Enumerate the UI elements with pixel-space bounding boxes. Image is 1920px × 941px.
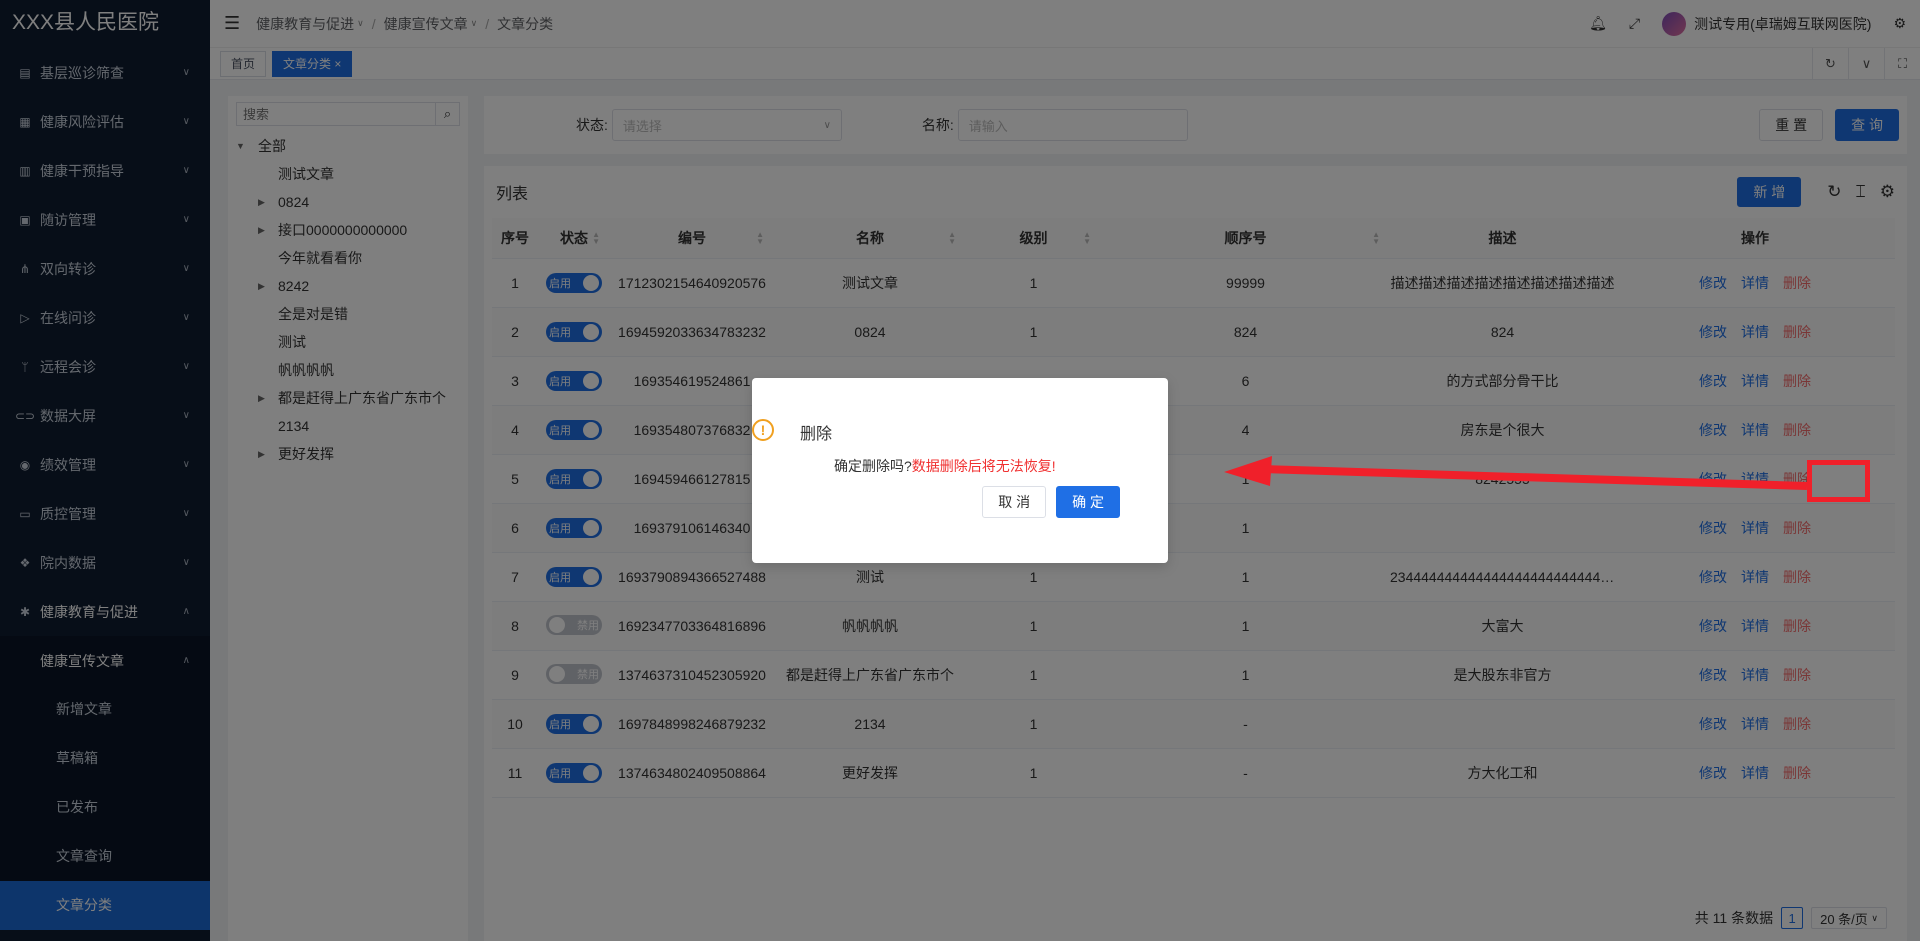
dialog-message: 确定删除吗?数据删除后将无法恢复!: [834, 456, 1056, 476]
dialog-buttons: 取 消 确 定: [982, 486, 1120, 518]
cancel-button[interactable]: 取 消: [982, 486, 1047, 518]
app-root: XXX县人民医院 ▤基层巡诊筛查∨▦健康风险评估∨▥健康干预指导∨▣随访管理∨⋔…: [0, 0, 1920, 941]
dialog-warning: 数据删除后将无法恢复!: [911, 458, 1056, 474]
dialog-title: 删除: [800, 426, 833, 443]
dialog-question: 确定删除吗?: [834, 458, 912, 474]
warning-icon: !: [752, 419, 774, 441]
dialog-header: ! 删除: [752, 419, 833, 444]
delete-confirm-dialog: ! 删除 确定删除吗?数据删除后将无法恢复! 取 消 确 定: [752, 378, 1168, 563]
confirm-button[interactable]: 确 定: [1056, 486, 1120, 518]
annotation-highlight-box: [1807, 460, 1870, 502]
